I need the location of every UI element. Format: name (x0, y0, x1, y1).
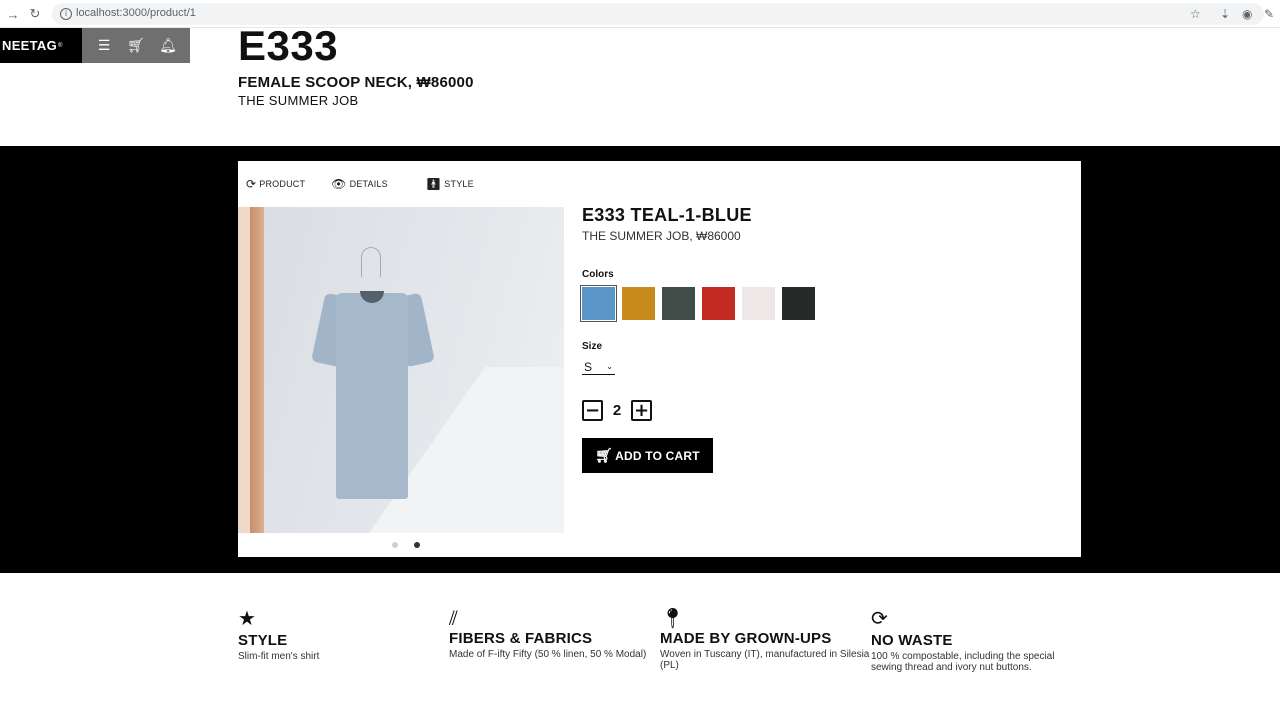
menu-icon[interactable]: ☰ (92, 38, 116, 54)
size-select[interactable]: S ⌄ (582, 359, 615, 375)
features-row: ★ STYLE Slim-fit men's shirt ⫽ FIBERS & … (238, 606, 1098, 673)
profile-icon[interactable]: ◉ (1242, 7, 1252, 21)
cart-icon[interactable]: 🛒︎ (124, 38, 148, 54)
app-toolbar: ☰ 🛒︎ 🔔︎ (82, 28, 190, 63)
reload-icon[interactable]: ↻ (26, 5, 44, 23)
info-icon[interactable]: i (60, 8, 72, 20)
increment-button[interactable]: + (631, 400, 652, 421)
color-swatch-blue[interactable] (580, 285, 617, 322)
app-bar: NEETAG ® ☰ 🛒︎ 🔔︎ (0, 28, 190, 63)
colors-label: Colors (582, 269, 614, 280)
door-edge (250, 207, 264, 533)
chevron-down-icon: ⌄ (606, 362, 613, 371)
recycle-icon: ⟳ (871, 606, 888, 630)
color-swatch-black[interactable] (782, 287, 815, 320)
product-image[interactable] (238, 207, 564, 533)
tab-style[interactable]: 🚹︎ STYLE (426, 177, 474, 191)
feature-desc: 100 % compostable, including the special… (871, 651, 1055, 673)
size-value: S (584, 359, 593, 374)
url-text[interactable]: localhost:3000/product/1 (76, 7, 196, 19)
tab-details[interactable]: 👁︎ DETAILS (331, 177, 388, 191)
feature-desc: Slim-fit men's shirt (238, 651, 320, 662)
cart-icon: 🛒︎ (595, 447, 614, 464)
product-card: ⟳ PRODUCT 👁︎ DETAILS 🚹︎ STYLE E333 TEAL-… (238, 161, 1081, 557)
product-info: E333 TEAL-1-BLUE THE SUMMER JOB, ₩86000 … (580, 205, 1062, 473)
feature-fibers: ⫽ FIBERS & FABRICS Made of F-ifty Fifty … (449, 606, 660, 673)
feature-title: MADE BY GROWN-UPS (660, 630, 832, 647)
feature-title: FIBERS & FABRICS (449, 630, 593, 647)
notification-icon[interactable]: 🔔︎ (156, 38, 180, 54)
carousel-dots (392, 542, 436, 548)
browser-toolbar: → ↻ i localhost:3000/product/1 ☆ ⇣ ◉ ✎ (0, 0, 1280, 28)
quantity-value: 2 (612, 402, 622, 419)
product-subtitle: FEMALE SCOOP NECK, ₩86000 (238, 74, 474, 91)
hanger (361, 247, 381, 277)
registered-mark: ® (58, 42, 63, 49)
add-to-cart-button[interactable]: 🛒︎ ADD TO CART (582, 438, 713, 473)
product-tabs: ⟳ PRODUCT 👁︎ DETAILS 🚹︎ STYLE (246, 177, 500, 191)
product-header: E333 FEMALE SCOOP NECK, ₩86000 THE SUMME… (238, 22, 474, 109)
location-pin-icon: 📍︎ (660, 606, 686, 630)
size-label: Size (582, 341, 603, 352)
add-to-cart-label: ADD TO CART (615, 448, 700, 463)
person-icon: 🚹︎ (425, 177, 442, 191)
forward-icon[interactable]: → (4, 5, 22, 23)
feature-style: ★ STYLE Slim-fit men's shirt (238, 606, 449, 673)
refresh-icon: ⟳ (246, 177, 257, 191)
eye-icon: 👁︎ (331, 177, 347, 191)
quantity-stepper: − 2 + (582, 400, 1062, 421)
carousel-dot[interactable] (392, 542, 398, 548)
color-swatch-dark-green[interactable] (662, 287, 695, 320)
address-bar[interactable]: i localhost:3000/product/1 ☆ ⇣ ◉ ✎ (52, 3, 1274, 25)
fiber-icon: ⫽ (449, 606, 458, 630)
product-meta: THE SUMMER JOB, ₩86000 (582, 229, 741, 243)
star-icon[interactable]: ☆ (1190, 7, 1201, 21)
star-icon: ★ (238, 606, 256, 630)
feature-title: STYLE (238, 632, 288, 649)
product-collection: THE SUMMER JOB (238, 93, 359, 108)
feature-title: NO WASTE (871, 632, 953, 649)
feature-desc: Woven in Tuscany (IT), manufactured in S… (660, 649, 870, 671)
shirt-body (336, 293, 408, 499)
extension-icon[interactable]: ⇣ (1220, 7, 1230, 21)
color-swatch-red[interactable] (702, 287, 735, 320)
color-swatch-mustard[interactable] (622, 287, 655, 320)
feature-made-by: 📍︎ MADE BY GROWN-UPS Woven in Tuscany (I… (660, 606, 871, 673)
door-frame (238, 207, 250, 533)
tab-style-label: STYLE (444, 179, 474, 189)
tab-product[interactable]: ⟳ PRODUCT (246, 177, 305, 191)
brand-name: NEETAG (2, 38, 58, 53)
feature-desc: Made of F-ifty Fifty (50 % linen, 50 % M… (449, 649, 647, 660)
color-swatches (580, 285, 1062, 322)
feature-no-waste: ⟳ NO WASTE 100 % compostable, including … (871, 606, 1082, 673)
brand-logo[interactable]: NEETAG ® (0, 28, 82, 63)
carousel-dot[interactable] (414, 542, 420, 548)
color-swatch-light-pink[interactable] (742, 287, 775, 320)
tab-details-label: DETAILS (349, 179, 388, 189)
tab-product-label: PRODUCT (259, 179, 306, 189)
decrement-button[interactable]: − (582, 400, 603, 421)
product-name: E333 TEAL-1-BLUE (582, 205, 752, 225)
product-code: E333 (238, 22, 339, 69)
pen-icon[interactable]: ✎ (1264, 7, 1274, 21)
